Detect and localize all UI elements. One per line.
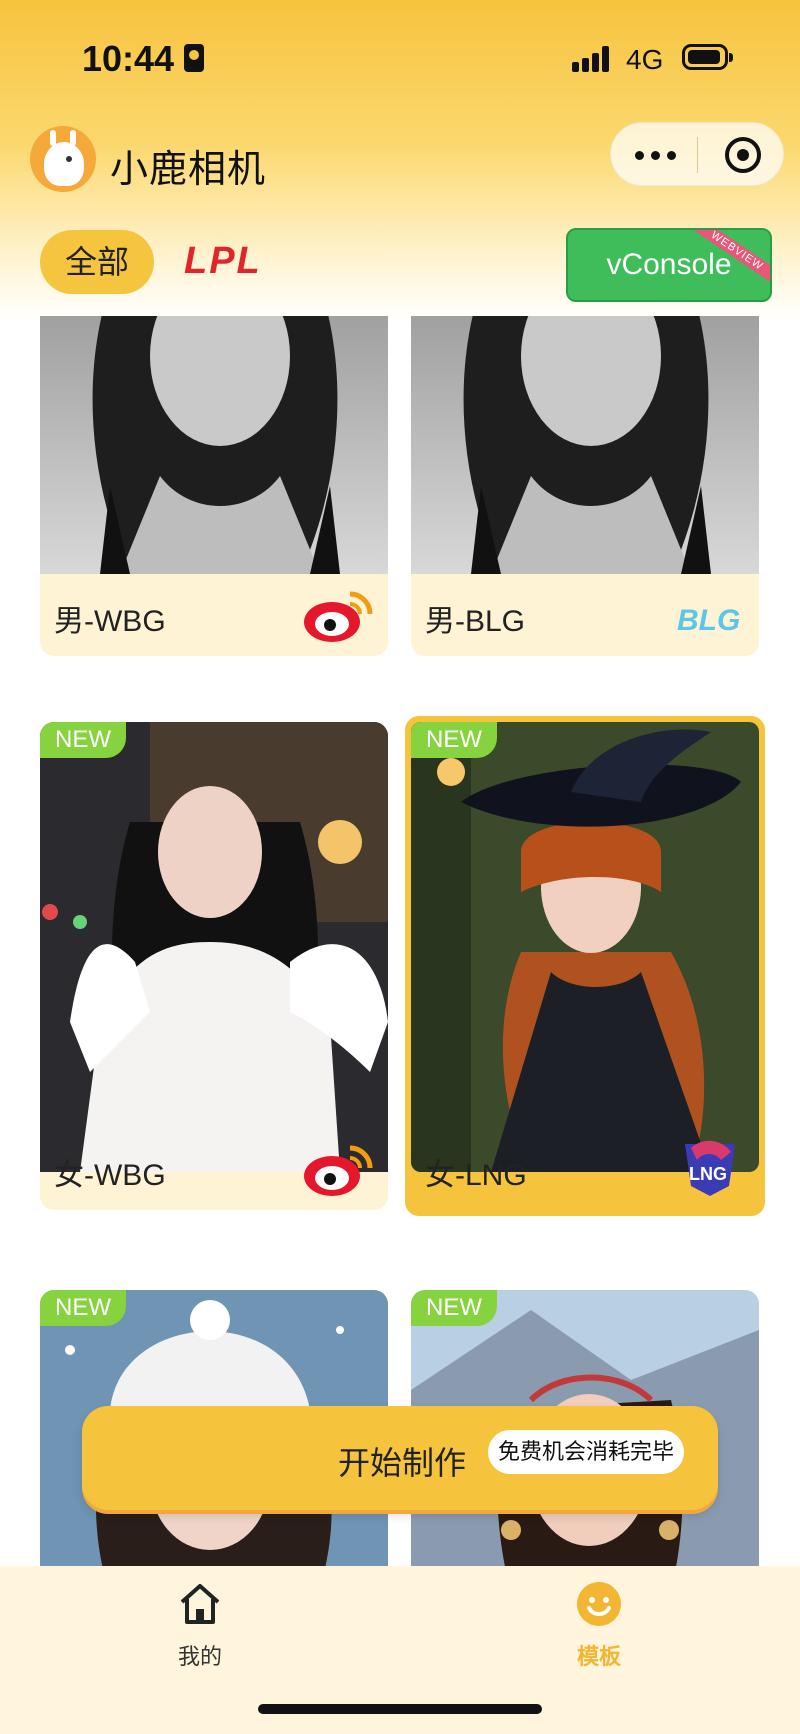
template-card-selected[interactable]: NEW 女-LNG LNG [405, 716, 765, 1216]
start-create-button[interactable]: 开始制作 免费机会消耗完毕 [82, 1406, 718, 1510]
template-photo: NEW [411, 722, 759, 1172]
more-icon[interactable] [635, 145, 679, 165]
status-time: 10:44 [82, 38, 175, 79]
capsule-divider [697, 137, 698, 173]
close-miniapp-icon[interactable] [725, 137, 761, 173]
tab-mine[interactable]: 我的 [140, 1580, 260, 1671]
template-card[interactable]: NEW 女-WBG [40, 722, 388, 1210]
lng-logo-icon: LNG [685, 1140, 735, 1196]
smile-icon [577, 1582, 621, 1626]
new-badge: NEW [40, 1290, 126, 1326]
new-badge: NEW [40, 722, 126, 758]
tab-templates[interactable]: 模板 [539, 1580, 659, 1671]
svg-text:LNG: LNG [689, 1164, 727, 1184]
category-all[interactable]: 全部 [40, 230, 154, 294]
status-bar: 10:44 4G [0, 0, 800, 110]
svg-text:BLG: BLG [677, 604, 740, 637]
app-logo [30, 126, 96, 192]
weibo-icon [304, 1145, 373, 1196]
vconsole-label: vConsole [606, 248, 732, 281]
tab-label: 我的 [177, 1644, 222, 1669]
template-label: 女-LNG [425, 1159, 527, 1192]
template-photo [411, 316, 759, 574]
weibo-icon [304, 591, 373, 642]
free-quota-badge: 免费机会消耗完毕 [488, 1430, 684, 1474]
template-photo [40, 316, 388, 574]
template-card[interactable]: 男-BLG BLG [411, 316, 759, 656]
template-label: 男-WBG [54, 605, 166, 638]
home-indicator [258, 1704, 542, 1714]
start-create-label: 开始制作 [338, 1445, 467, 1481]
new-badge: NEW [411, 722, 497, 758]
network-label: 4G [626, 44, 664, 75]
template-label: 女-WBG [54, 1159, 166, 1192]
app-title: 小鹿相机 [110, 149, 267, 191]
home-icon [180, 1584, 220, 1624]
template-label: 男-BLG [425, 605, 526, 638]
template-grid: 男-WBG 男-BLG BLG NEW 女-WBG NEW 女-LNG LNG … [0, 316, 800, 1566]
battery-icon [682, 44, 733, 70]
template-card[interactable]: 男-WBG [40, 316, 388, 656]
category-lpl[interactable]: LPL [184, 240, 262, 283]
template-photo: NEW [40, 722, 388, 1172]
signal-icon [572, 46, 612, 72]
blg-logo-icon: BLG [677, 604, 740, 637]
id-card-icon [184, 44, 204, 72]
vconsole-button[interactable]: vConsole WEBVIEW [566, 228, 772, 302]
miniapp-capsule [610, 122, 784, 186]
tab-label: 模板 [576, 1644, 621, 1669]
new-badge: NEW [411, 1290, 497, 1326]
